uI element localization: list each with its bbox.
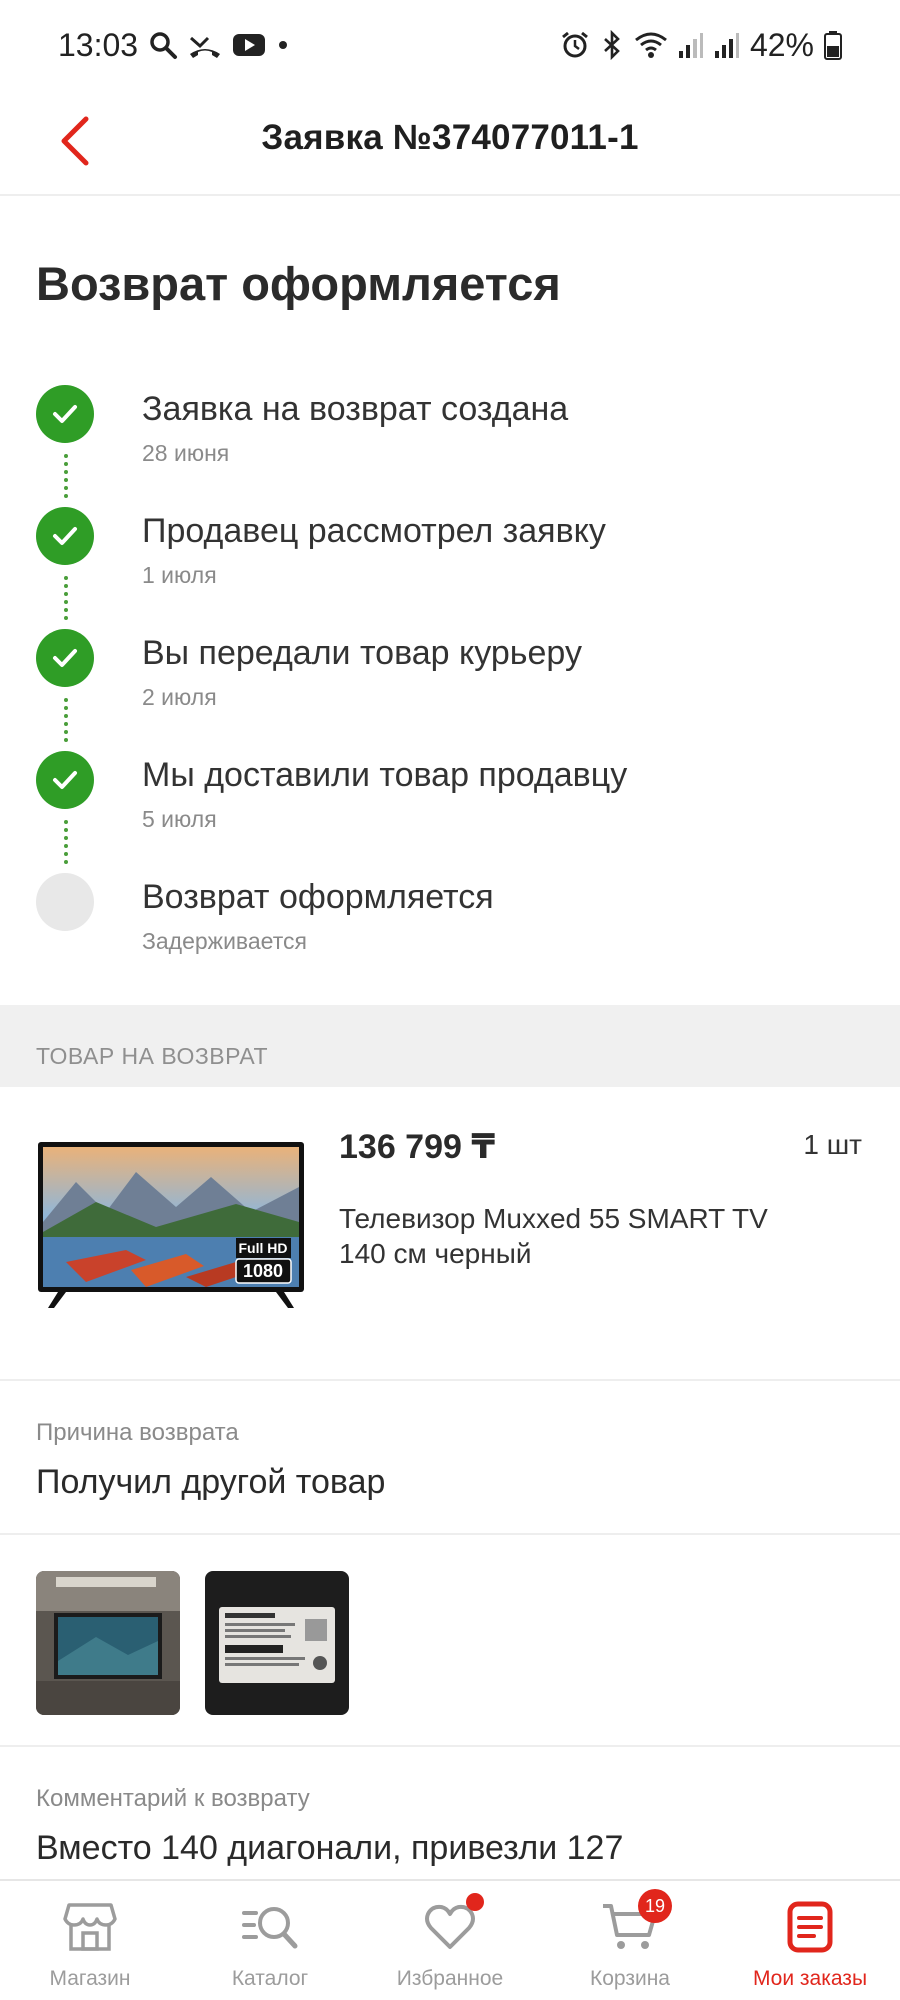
bluetooth-icon [600,30,624,60]
check-icon [36,507,94,565]
app-header: Заявка №374077011-1 [0,90,900,196]
signal-icon-1 [678,31,704,59]
missed-call-icon [188,30,222,60]
nav-label: Каталог [231,1967,309,1990]
return-comment-label: Комментарий к возврату [36,1785,310,1812]
nav-item-cart[interactable]: 19 Корзина [540,1881,720,2000]
check-icon [36,751,94,809]
step-date: 5 июля [142,806,217,832]
step-date: 28 июня [142,440,230,466]
battery-icon [824,30,842,60]
return-comment-value: Вместо 140 диагонали, привезли 127 [36,1829,624,1867]
step-title: Заявка на возврат создана [142,390,569,428]
return-photo-thumbnail[interactable] [205,1571,349,1715]
product-name-line: 140 см черный [339,1238,532,1269]
wifi-icon [634,30,668,60]
return-status-title: Возврат оформляется [36,257,561,310]
return-photos [0,1535,900,1747]
return-photo-thumbnail[interactable] [36,1571,180,1715]
status-bar: 13:03 42% [0,0,900,90]
timeline-step: Возврат оформляется Задерживается [0,870,900,992]
nav-label: Корзина [590,1967,670,1990]
youtube-icon [232,32,266,58]
return-comment: Комментарий к возврату Вместо 140 диагон… [0,1747,900,1879]
cart-badge-count: 19 [638,1889,672,1923]
page-header-title: Заявка №374077011-1 [261,118,639,157]
return-reason: Причина возврата Получил другой товар [0,1381,900,1535]
status-time: 13:03 [58,26,139,63]
product-image[interactable]: Full HD 1080 [36,1142,306,1312]
nav-item-store[interactable]: Магазин [0,1881,180,2000]
step-title: Продавец рассмотрел заявку [142,512,606,550]
timeline-step: Заявка на возврат создана 28 июня [0,382,900,504]
nav-item-catalog[interactable]: Каталог [180,1881,360,2000]
nav-label: Избранное [396,1967,504,1990]
nav-item-my-orders[interactable]: Мои заказы [720,1881,900,2000]
step-title: Возврат оформляется [142,878,494,916]
timeline-connector [64,454,68,498]
product-quantity: 1 шт [803,1129,862,1160]
timeline-step: Продавец рассмотрел заявку 1 июля [0,504,900,626]
return-reason-value: Получил другой товар [36,1463,386,1501]
product-image-badge-top: Full HD [239,1240,288,1256]
search-icon [148,30,178,60]
notification-dot-icon [276,38,290,52]
store-icon [60,1899,120,1955]
nav-label: Магазин [49,1967,131,1990]
timeline-connector [64,576,68,620]
pending-circle-icon [36,873,94,931]
nav-label: Мои заказы [752,1967,868,1990]
battery-percent: 42% [749,26,814,63]
step-title: Мы доставили товар продавцу [142,756,628,794]
catalog-search-icon [240,1899,300,1955]
product-price: 136 799 ₸ [339,1128,496,1166]
check-icon [36,385,94,443]
step-date: 2 июля [142,684,217,710]
return-items-section-header: ТОВАР НА ВОЗВРАТ [0,1005,900,1087]
timeline-step: Мы доставили товар продавцу 5 июля [0,748,900,870]
return-product-card[interactable]: Full HD 1080 136 799 ₸ 1 шт Телевизор Mu… [0,1087,900,1381]
timeline-connector [64,820,68,864]
timeline-step: Вы передали товар курьеру 2 июля [0,626,900,748]
signal-icon-2 [714,31,740,59]
nav-item-favorites[interactable]: Избранное [360,1881,540,2000]
step-date: Задерживается [142,928,307,954]
favorites-badge-dot [466,1893,484,1911]
step-date: 1 июля [142,562,217,588]
product-name: Телевизор Muxxed 55 SMART TV 140 см черн… [339,1201,839,1271]
return-reason-label: Причина возврата [36,1419,239,1446]
bottom-navigation: Магазин Каталог Избранное 19 Корзина Мои… [0,1879,900,2000]
product-image-badge-bottom: 1080 [243,1261,283,1281]
product-name-line: Телевизор Muxxed 55 SMART TV [339,1203,768,1234]
section-header-label: ТОВАР НА ВОЗВРАТ [36,1043,268,1069]
check-icon [36,629,94,687]
orders-icon [780,1899,840,1955]
alarm-icon [560,30,590,60]
step-title: Вы передали товар курьеру [142,634,582,672]
timeline-connector [64,698,68,742]
